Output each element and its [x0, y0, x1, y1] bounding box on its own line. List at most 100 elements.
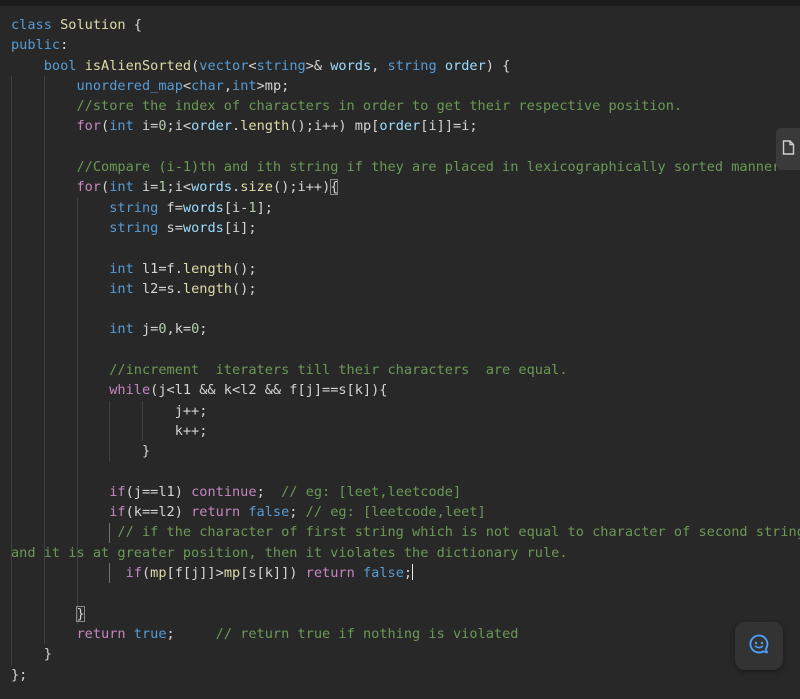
code-token: } [43, 646, 52, 663]
code-token: 0 [158, 118, 167, 135]
code-line[interactable]: for(int i=1;i<words.size();i++){ [11, 177, 800, 197]
matched-bracket: { [330, 179, 339, 196]
code-line[interactable]: while(j<l1 && k<l2 && f[j]==s[k]){ [11, 380, 800, 400]
code-token: ; [289, 504, 306, 521]
code-token: words [330, 57, 372, 74]
code-token: int [109, 321, 134, 338]
code-line[interactable]: int l1=f.length(); [11, 259, 800, 279]
code-lines[interactable]: class Solution {public: bool isAlienSort… [11, 15, 800, 685]
code-token: ) { [485, 57, 511, 74]
code-comment: and it is at greater position, then it v… [11, 544, 568, 561]
code-comment: // if the character of first string whic… [117, 524, 800, 541]
code-token: ;i< [166, 179, 192, 196]
code-token: [f[j]]> [166, 565, 224, 582]
code-line[interactable]: unordered_map<char,int>mp; [11, 76, 800, 96]
code-token: size [240, 179, 273, 196]
code-line[interactable]: for(int i=0;i<order.length();i++) mp[ord… [11, 116, 800, 136]
code-line[interactable]: // if the character of first string whic… [11, 522, 800, 542]
code-line[interactable]: //Compare (i-1)th and ith string if they… [11, 157, 800, 177]
code-token: , [223, 77, 233, 94]
code-token: . [232, 118, 241, 135]
code-token: }; [11, 666, 28, 683]
code-token: length [182, 280, 232, 297]
code-token: ; [403, 565, 413, 582]
code-line[interactable] [11, 137, 800, 157]
code-line[interactable]: and it is at greater position, then it v… [11, 543, 800, 563]
code-token: int [109, 179, 134, 196]
code-token: return [76, 625, 126, 642]
code-line[interactable]: return true; // return true if nothing i… [11, 624, 800, 644]
code-token: (j<l1 && k<l2 && f[j]==s[k]){ [150, 382, 388, 399]
code-token: false [248, 504, 290, 521]
code-token: l1=f. [133, 260, 183, 277]
code-line[interactable]: int j=0,k=0; [11, 319, 800, 339]
code-token: j= [133, 321, 159, 338]
code-line[interactable]: string s=words[i]; [11, 218, 800, 238]
code-token: mp [223, 565, 241, 582]
code-line[interactable]: public: [11, 35, 800, 55]
code-token: j++; [174, 402, 208, 419]
code-line[interactable] [11, 462, 800, 482]
code-line[interactable]: j++; [11, 401, 800, 421]
code-token: { [125, 17, 142, 33]
code-line[interactable] [11, 583, 800, 603]
code-token: public [11, 37, 61, 54]
code-line[interactable]: if(k==l2) return false; // eg: [leetcode… [11, 502, 800, 522]
code-token: if [109, 504, 126, 521]
code-token: f= [158, 199, 183, 216]
code-line[interactable]: int l2=s.length(); [11, 279, 800, 299]
side-panel-tab[interactable] [776, 128, 800, 170]
code-line[interactable] [11, 299, 800, 319]
code-token: ;i< [166, 118, 192, 135]
code-line[interactable]: if(mp[f[j]]>mp[s[k]]) return false; [11, 563, 800, 583]
code-token: ]; [256, 199, 273, 216]
code-token: if [109, 483, 126, 500]
code-token: , [371, 57, 388, 74]
code-token: vector [199, 57, 249, 74]
code-editor[interactable]: class Solution {public: bool isAlienSort… [0, 6, 800, 699]
code-token: (); [232, 260, 257, 277]
code-token: ; [199, 321, 208, 338]
code-token: : [60, 37, 69, 54]
code-token: string [387, 57, 437, 74]
code-line[interactable]: class Solution { [11, 15, 800, 35]
code-token: [i- [223, 199, 249, 216]
code-line[interactable]: } [11, 441, 800, 461]
code-token: ( [141, 565, 151, 582]
code-token: class [11, 17, 52, 33]
code-line[interactable]: } [11, 644, 800, 664]
code-token: words [182, 199, 224, 216]
code-line[interactable]: //increment iteraters till their charact… [11, 360, 800, 380]
code-line[interactable]: string f=words[i-1]; [11, 198, 800, 218]
code-line[interactable] [11, 340, 800, 360]
code-token: 0 [158, 321, 167, 338]
code-line[interactable]: //store the index of characters in order… [11, 96, 800, 116]
code-token: mp [150, 565, 167, 582]
code-token: l2=s. [133, 280, 183, 297]
code-line[interactable]: }; [11, 665, 800, 685]
code-line[interactable]: } [11, 604, 800, 624]
code-line[interactable]: k++; [11, 421, 800, 441]
code-token: ,k= [166, 321, 192, 338]
code-line[interactable] [11, 238, 800, 258]
code-line[interactable]: bool isAlienSorted(vector<string>& words… [11, 56, 800, 76]
chat-button[interactable] [735, 622, 783, 670]
code-token: return [191, 504, 241, 521]
code-line[interactable]: if(j==l1) continue; // eg: [leet,leetcod… [11, 482, 800, 502]
matched-bracket: } [76, 605, 85, 622]
code-token: string [256, 57, 306, 74]
code-token: (j==l1) [125, 483, 192, 500]
